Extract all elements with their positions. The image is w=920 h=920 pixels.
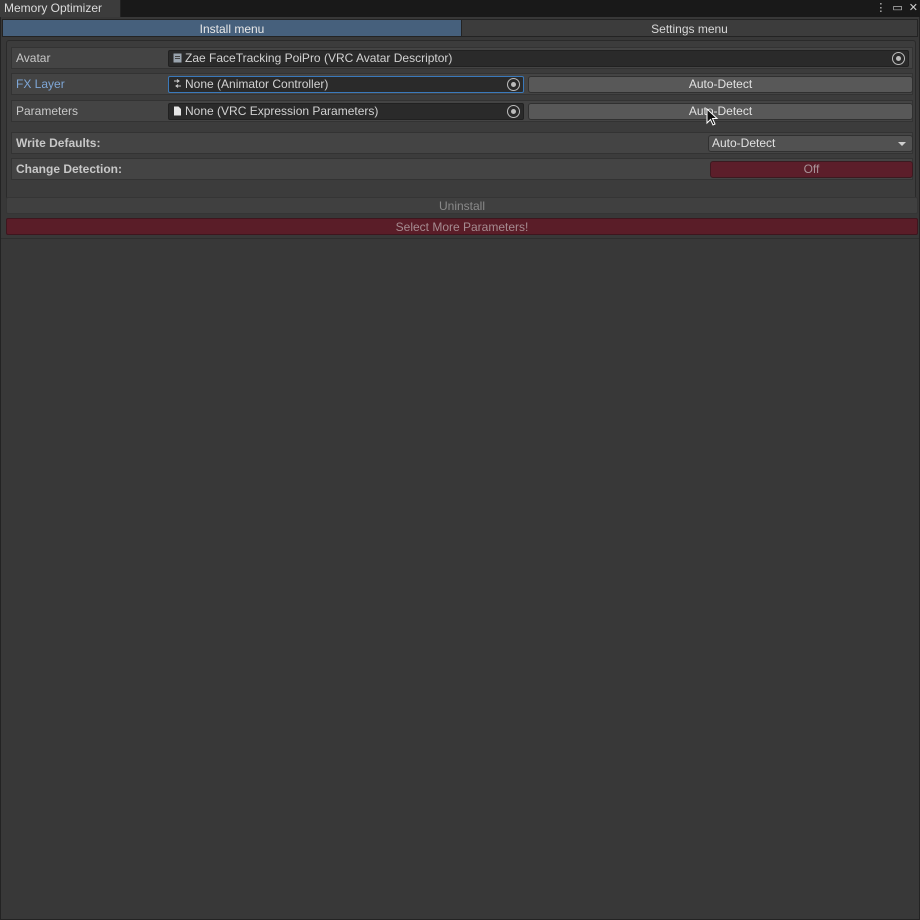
maximize-icon[interactable]: ▭ xyxy=(892,0,902,17)
write-defaults-dropdown[interactable]: Auto-Detect xyxy=(708,135,913,152)
object-picker-icon[interactable] xyxy=(507,78,520,91)
fx-layer-field[interactable]: None (Animator Controller) xyxy=(168,76,524,93)
write-defaults-label: Write Defaults: xyxy=(16,136,101,150)
parameters-label: Parameters xyxy=(16,104,79,118)
select-more-parameters-warning: Select More Parameters! xyxy=(6,218,918,235)
window-tab[interactable]: Memory Optimizer xyxy=(0,0,121,17)
parameters-row: Parameters None (VRC Expression Paramete… xyxy=(11,100,913,122)
object-picker-icon[interactable] xyxy=(507,105,520,118)
avatar-descriptor-icon xyxy=(173,53,182,63)
write-defaults-value: Auto-Detect xyxy=(712,136,776,150)
avatar-label: Avatar xyxy=(16,51,51,65)
change-detection-label: Change Detection: xyxy=(16,162,123,176)
change-detection-toggle[interactable]: Off xyxy=(710,161,913,178)
title-bar: Memory Optimizer ⋮ ▭ ✕ xyxy=(0,0,920,17)
animator-controller-icon xyxy=(174,79,181,88)
parameters-field[interactable]: None (VRC Expression Parameters) xyxy=(168,103,524,120)
fx-layer-value: None (Animator Controller) xyxy=(185,77,329,91)
menu-tabs: Install menu Settings menu xyxy=(1,19,919,37)
fx-layer-label: FX Layer xyxy=(16,77,65,91)
close-icon[interactable]: ✕ xyxy=(909,0,918,17)
tab-settings-menu[interactable]: Settings menu xyxy=(462,19,918,37)
avatar-row: Avatar Zae FaceTracking PoiPro (VRC Avat… xyxy=(11,47,913,69)
uninstall-button[interactable]: Uninstall xyxy=(6,197,918,214)
file-icon xyxy=(174,106,181,116)
write-defaults-row: Write Defaults: Auto-Detect xyxy=(11,132,913,154)
parameters-auto-detect-button[interactable]: Auto-Detect xyxy=(528,103,913,120)
install-panel: Avatar Zae FaceTracking PoiPro (VRC Avat… xyxy=(6,40,916,205)
chevron-down-icon xyxy=(898,142,906,146)
avatar-value: Zae FaceTracking PoiPro (VRC Avatar Desc… xyxy=(185,51,453,65)
editor-window: Install menu Settings menu Avatar Zae Fa… xyxy=(0,17,920,920)
tab-install-menu[interactable]: Install menu xyxy=(2,19,462,37)
divider xyxy=(1,238,919,239)
window-controls: ⋮ ▭ ✕ xyxy=(875,0,920,17)
object-picker-icon[interactable] xyxy=(892,52,905,65)
change-detection-row: Change Detection: Off xyxy=(11,158,913,180)
parameters-value: None (VRC Expression Parameters) xyxy=(185,104,379,118)
kebab-menu-icon[interactable]: ⋮ xyxy=(875,0,886,17)
fx-layer-row: FX Layer None (Animator Controller) Auto… xyxy=(11,73,913,95)
avatar-field[interactable]: Zae FaceTracking PoiPro (VRC Avatar Desc… xyxy=(168,50,909,67)
fx-auto-detect-button[interactable]: Auto-Detect xyxy=(528,76,913,93)
mouse-cursor-icon xyxy=(706,108,719,126)
window-title: Memory Optimizer xyxy=(4,1,103,15)
